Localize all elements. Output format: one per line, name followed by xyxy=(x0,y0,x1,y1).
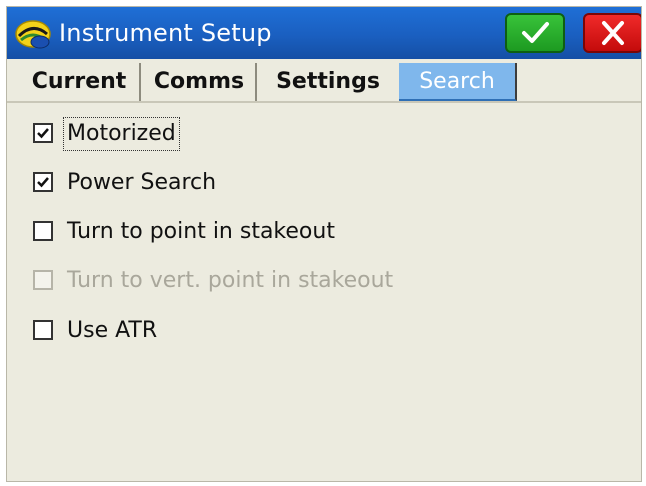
tab-strip: Current Comms Settings Search xyxy=(19,63,641,101)
tab-search[interactable]: Search xyxy=(399,63,517,101)
power-search-checkbox[interactable] xyxy=(33,172,53,192)
checkmark-icon xyxy=(37,177,49,188)
turn-to-vert-point-checkbox xyxy=(33,270,53,290)
tab-settings[interactable]: Settings xyxy=(259,63,397,101)
checkmark-icon xyxy=(37,128,49,139)
instrument-setup-window: Instrument Setup Current Comms Settings … xyxy=(6,6,642,482)
turn-to-vert-point-label: Turn to vert. point in stakeout xyxy=(67,268,394,293)
use-atr-checkbox[interactable] xyxy=(33,320,53,340)
use-atr-label: Use ATR xyxy=(67,318,158,343)
tab-current[interactable]: Current xyxy=(19,63,141,101)
checkmark-icon xyxy=(522,22,549,43)
close-x-icon xyxy=(602,21,624,45)
title-bar: Instrument Setup xyxy=(7,7,641,59)
motorized-checkbox[interactable] xyxy=(33,123,53,143)
turn-to-point-label: Turn to point in stakeout xyxy=(67,219,335,244)
trimble-helmet-icon xyxy=(15,20,51,49)
ok-button[interactable] xyxy=(505,13,565,53)
close-button[interactable] xyxy=(583,13,641,53)
turn-to-point-checkbox[interactable] xyxy=(33,221,53,241)
power-search-label: Power Search xyxy=(67,170,217,195)
search-options-panel: Motorized Power Search Turn to point in … xyxy=(7,103,641,481)
window-title: Instrument Setup xyxy=(59,19,272,47)
motorized-label: Motorized xyxy=(63,117,180,151)
tab-comms[interactable]: Comms xyxy=(143,63,257,101)
